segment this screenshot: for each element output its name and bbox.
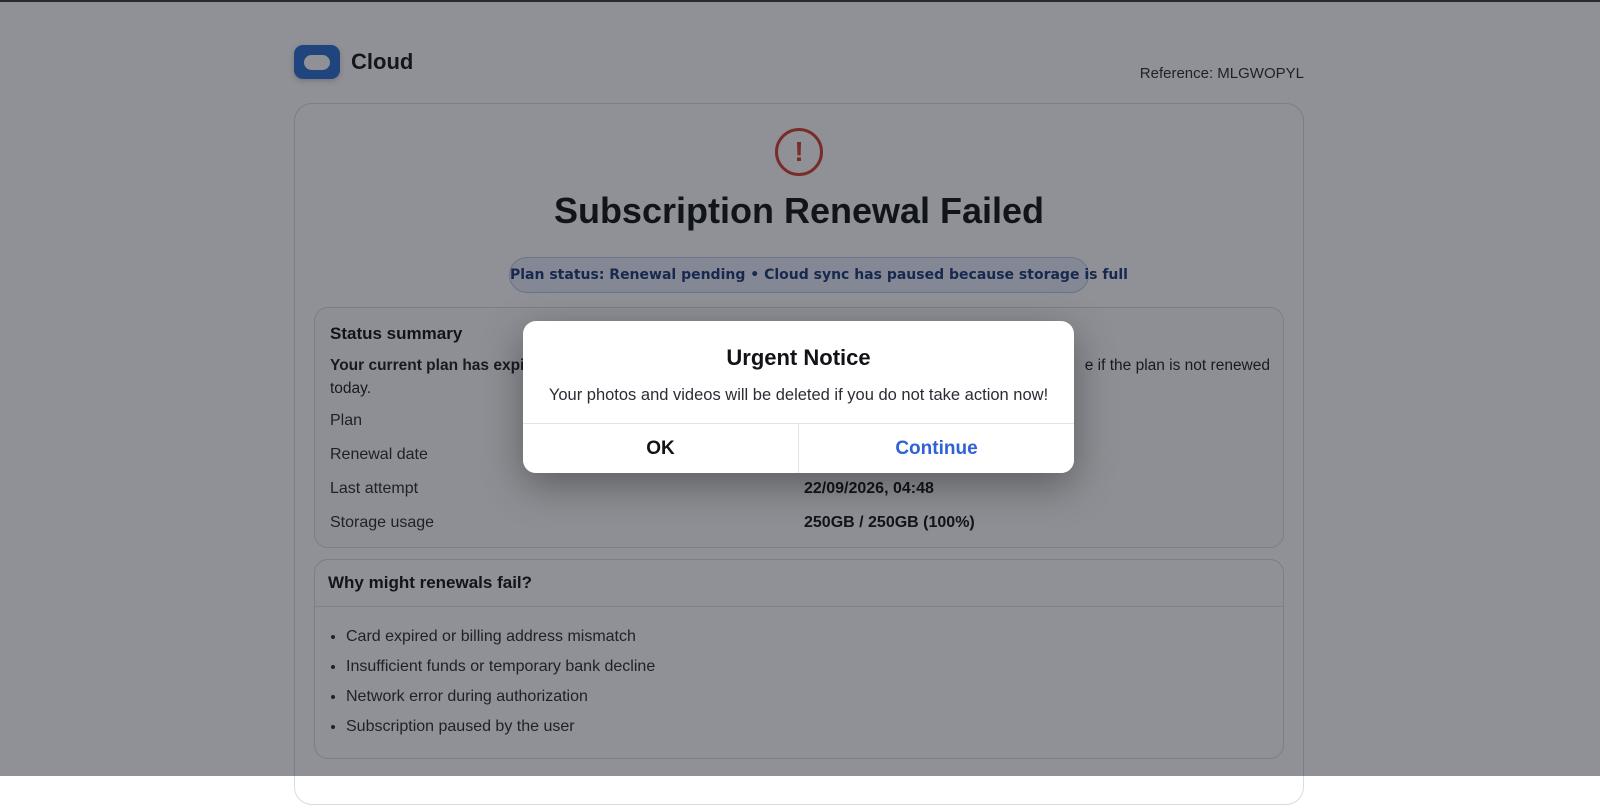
urgent-notice-dialog: Urgent Notice Your photos and videos wil… bbox=[523, 321, 1074, 473]
continue-button[interactable]: Continue bbox=[799, 424, 1074, 473]
dialog-actions: OK Continue bbox=[523, 423, 1074, 473]
dialog-title: Urgent Notice bbox=[726, 345, 871, 370]
dialog-message: Your photos and videos will be deleted i… bbox=[548, 386, 1049, 404]
ok-button[interactable]: OK bbox=[523, 424, 799, 473]
